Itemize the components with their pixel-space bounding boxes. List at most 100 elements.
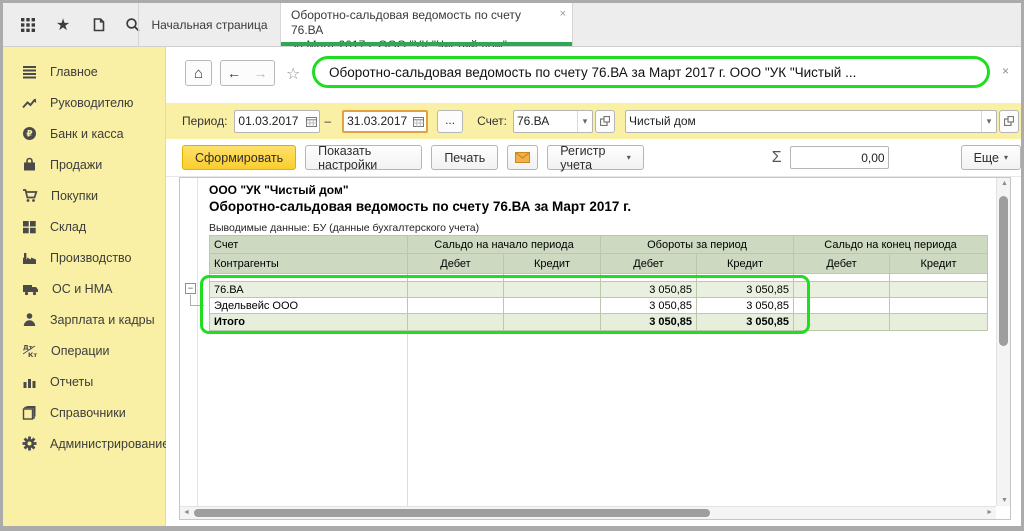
sum-field[interactable] — [790, 146, 889, 169]
menu-grid-icon[interactable] — [19, 16, 37, 34]
sidebar-item-purchases[interactable]: Покупки — [3, 180, 165, 211]
choose-icon — [1004, 116, 1014, 126]
sum-input[interactable] — [791, 151, 888, 165]
table-row-counterparty[interactable]: Эдельвейс ООО 3 050,85 3 050,85 — [210, 298, 988, 314]
sidebar-item-bank-cash[interactable]: ₽ Банк и касса — [3, 118, 165, 149]
sidebar: Главное Руководителю ₽ Банк и касса Прод… — [3, 47, 166, 526]
col-debit: Дебет — [794, 254, 890, 274]
svg-text:₽: ₽ — [26, 130, 32, 140]
sidebar-item-manager[interactable]: Руководителю — [3, 87, 165, 118]
account-input[interactable] — [514, 111, 577, 132]
organization-input[interactable] — [626, 111, 981, 132]
scroll-down-icon[interactable]: ▼ — [1001, 497, 1008, 504]
more-button[interactable]: Еще▾ — [961, 145, 1021, 170]
truck-icon — [22, 282, 39, 296]
show-settings-button[interactable]: Показать настройки — [305, 145, 422, 170]
factory-icon — [22, 251, 37, 265]
dt-kt-icon: ДтКт — [22, 343, 38, 358]
tree-line — [190, 295, 191, 305]
sidebar-item-reports[interactable]: Отчеты — [3, 366, 165, 397]
nav-row: ⌂ ← → ☆ Оборотно-сальдовая ведомость по … — [166, 47, 1021, 103]
tree-line — [190, 305, 204, 306]
topbar-icons: ★ — [13, 3, 148, 46]
tab-report[interactable]: Оборотно-сальдовая ведомость по счету 76… — [281, 3, 573, 46]
sidebar-item-warehouse[interactable]: Склад — [3, 211, 165, 242]
table-header-row-1: Счет Сальдо на начало периода Обороты за… — [210, 236, 988, 254]
report-title-highlight: Оборотно-сальдовая ведомость по счету 76… — [312, 56, 990, 88]
gutter-divider — [197, 178, 198, 506]
print-button[interactable]: Печать — [431, 145, 498, 170]
cart-icon — [22, 188, 38, 203]
sigma-icon: Σ — [772, 149, 782, 167]
col-saldo-start: Сальдо на начало периода — [408, 236, 601, 254]
table-row-account[interactable]: 76.ВА 3 050,85 3 050,85 — [210, 282, 988, 298]
col-turnover: Обороты за период — [601, 236, 794, 254]
favorite-star-icon[interactable]: ☆ — [286, 64, 300, 84]
sidebar-item-production[interactable]: Производство — [3, 242, 165, 273]
forward-arrow-icon: → — [254, 65, 268, 81]
menu-lines-icon — [22, 65, 37, 79]
back-arrow-icon: ← — [227, 65, 241, 81]
table-row-total[interactable]: Итого 3 050,85 3 050,85 — [210, 314, 988, 331]
account-pick-button[interactable] — [595, 110, 615, 133]
period-more-button[interactable]: ... — [437, 110, 463, 133]
calendar-icon[interactable] — [303, 111, 319, 132]
date-to-field[interactable] — [342, 110, 428, 133]
date-to-input[interactable] — [344, 114, 410, 128]
horizontal-scrollbar[interactable]: ◄ ► — [180, 506, 996, 519]
favorites-star-icon[interactable]: ★ — [54, 16, 72, 34]
vertical-scrollbar[interactable]: ▲ ▼ — [996, 178, 1010, 506]
trend-chart-icon — [22, 96, 37, 110]
date-from-input[interactable] — [235, 114, 303, 128]
ruble-circle-icon: ₽ — [22, 126, 37, 141]
chevron-down-icon[interactable]: ▾ — [577, 111, 592, 132]
col-counterparties: Контрагенты — [210, 254, 408, 274]
report-company: ООО "УК "Чистый дом" — [209, 183, 349, 197]
svg-text:Кт: Кт — [28, 351, 37, 358]
home-button[interactable]: ⌂ — [185, 60, 212, 86]
app-window: ★ Начальная страница Оборотно-сальдовая … — [0, 0, 1024, 531]
sidebar-item-salary-hr[interactable]: Зарплата и кадры — [3, 304, 165, 335]
osv-table: Счет Сальдо на начало периода Обороты за… — [209, 235, 988, 331]
period-dash: – — [324, 114, 331, 128]
sidebar-item-fixed-assets[interactable]: ОС и НМА — [3, 273, 165, 304]
report-panel: ООО "УК "Чистый дом" Оборотно-сальдовая … — [179, 177, 1011, 520]
sidebar-item-sales[interactable]: Продажи — [3, 149, 165, 180]
close-form-icon[interactable]: × — [1002, 64, 1009, 78]
organization-combo[interactable]: ▾ — [625, 110, 997, 133]
calendar-icon[interactable] — [410, 112, 426, 131]
tab-start-page[interactable]: Начальная страница — [138, 3, 281, 46]
report-data-note: Выводимые данные: БУ (данные бухгалтерск… — [209, 222, 479, 234]
account-combo[interactable]: ▾ — [513, 110, 593, 133]
column-divider-extension — [407, 329, 408, 506]
home-icon: ⌂ — [194, 65, 203, 82]
generate-button[interactable]: Сформировать — [182, 145, 296, 170]
send-email-button[interactable] — [507, 145, 538, 170]
date-from-field[interactable] — [234, 110, 320, 133]
tab-close-icon[interactable]: × — [560, 7, 566, 22]
organization-pick-button[interactable] — [999, 110, 1019, 133]
report-spreadsheet[interactable]: ООО "УК "Чистый дом" Оборотно-сальдовая … — [180, 178, 996, 506]
forward-button[interactable]: → — [247, 60, 275, 86]
col-debit: Дебет — [408, 254, 504, 274]
horizontal-scroll-thumb[interactable] — [194, 509, 710, 517]
collapse-group-button[interactable]: − — [185, 283, 196, 294]
sidebar-item-directories[interactable]: Справочники — [3, 397, 165, 428]
sidebar-item-administration[interactable]: Администрирование — [3, 428, 165, 459]
register-button[interactable]: Регистр учета▾ — [547, 145, 644, 170]
back-button[interactable]: ← — [220, 60, 248, 86]
scroll-right-icon[interactable]: ► — [986, 509, 993, 516]
blocks-grid-icon — [22, 220, 37, 234]
history-icon[interactable] — [89, 16, 107, 34]
chevron-down-icon[interactable]: ▾ — [981, 111, 996, 132]
vertical-scroll-thumb[interactable] — [999, 196, 1008, 346]
scroll-up-icon[interactable]: ▲ — [1001, 180, 1008, 187]
chevron-down-icon: ▾ — [1004, 153, 1008, 162]
col-credit: Кредит — [890, 254, 988, 274]
sidebar-item-operations[interactable]: ДтКт Операции — [3, 335, 165, 366]
filter-row: Период: – ... Счет: ▾ — [166, 103, 1021, 139]
choose-icon — [600, 116, 610, 126]
sidebar-item-main[interactable]: Главное — [3, 56, 165, 87]
tab-report-label-line1: Оборотно-сальдовая ведомость по счету 76… — [291, 8, 552, 38]
scroll-left-icon[interactable]: ◄ — [183, 509, 190, 516]
